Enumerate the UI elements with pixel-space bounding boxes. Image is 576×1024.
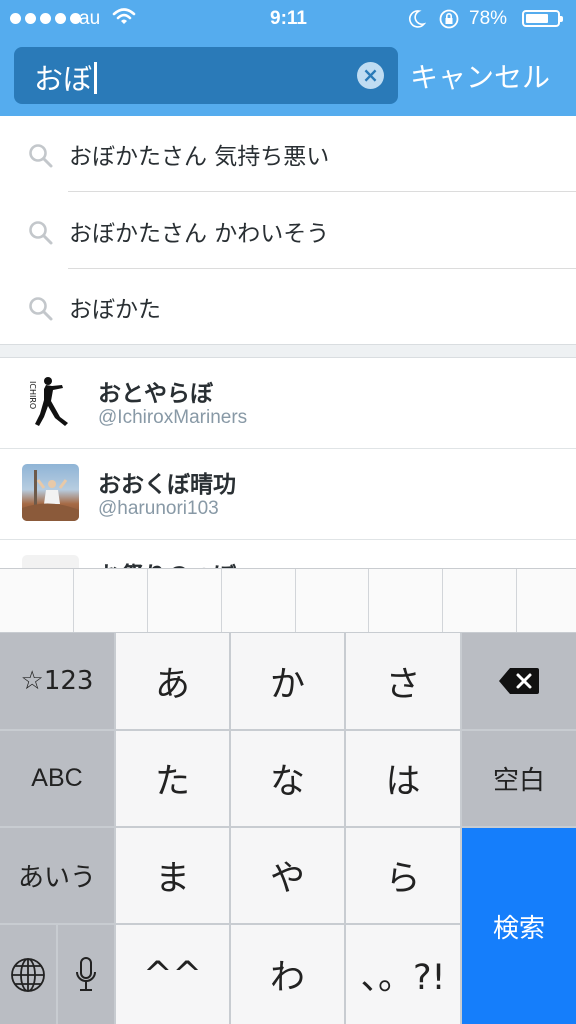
carrier-label: au [79,8,101,29]
status-bar: au 9:11 78% [0,0,576,38]
battery-icon [522,10,563,27]
user-name: おとやらぼ [98,381,213,407]
key-ka[interactable]: か [231,633,344,729]
search-input[interactable]: おぼ × [14,47,398,104]
svg-text:ICHIRO: ICHIRO [28,381,37,409]
wifi-icon [112,7,136,33]
avatar: ICHIRO [22,373,79,430]
candidate-slot[interactable] [296,569,369,633]
clock: 9:11 [270,8,307,29]
key-numbers-mode[interactable]: ☆123 [0,633,114,729]
key-na[interactable]: な [231,731,344,826]
suggestion-text: おぼかた [69,297,161,323]
user-handle: @IchiroxMariners [98,407,248,428]
key-abc-mode[interactable]: ABC [0,731,114,826]
section-divider [0,344,576,358]
search-icon [28,143,54,173]
signal-strength-icon [10,13,81,24]
key-ya[interactable]: や [231,828,344,923]
key-emoticon[interactable]: ^^ [116,925,229,1024]
globe-icon[interactable] [0,925,56,1024]
do-not-disturb-icon [408,9,427,35]
key-ta[interactable]: た [116,731,229,826]
user-handle: @harunori103 [98,498,219,519]
candidate-slot[interactable] [0,569,74,633]
key-punctuation[interactable]: 、。?! [346,925,460,1024]
suggestion-item[interactable]: おぼかたさん 気持ち悪い [0,116,576,192]
search-input-value: おぼ [34,56,98,98]
key-ra[interactable]: ら [346,828,460,923]
key-ma[interactable]: ま [116,828,229,923]
suggestion-item[interactable]: おぼかた [0,269,576,345]
space-key[interactable]: 空白 [462,731,576,826]
search-icon [28,296,54,326]
candidate-slot[interactable] [369,569,443,633]
user-result-row[interactable]: ICHIRO おとやらぼ @IchiroxMariners [0,358,576,449]
text-caret [94,62,98,94]
candidate-bar [0,568,576,633]
suggestion-text: おぼかたさん かわいそう [69,221,330,247]
key-wa[interactable]: わ [231,925,344,1024]
user-name: おおくぼ晴功 [98,472,236,498]
key-sa[interactable]: さ [346,633,460,729]
keyboard: ☆123 あ か さ ABC た な は 空白 あいう ま や ら 検索 ^^ … [0,632,576,1024]
key-ha[interactable]: は [346,731,460,826]
suggestion-text: おぼかたさん 気持ち悪い [69,144,330,170]
cancel-button[interactable]: キャンセル [410,56,550,96]
rotation-lock-icon [438,8,460,36]
divider [68,191,576,192]
candidate-slot[interactable] [443,569,517,633]
microphone-icon[interactable] [58,925,114,1024]
clear-icon[interactable]: × [357,62,384,89]
backspace-icon[interactable] [462,633,576,729]
candidate-slot[interactable] [517,569,576,633]
key-kana-mode[interactable]: あいう [0,828,114,923]
header: au 9:11 78% おぼ × キャンセル [0,0,576,116]
battery-percent: 78% [469,8,508,29]
key-a[interactable]: あ [116,633,229,729]
candidate-slot[interactable] [148,569,222,633]
search-key[interactable]: 検索 [462,828,576,1024]
candidate-slot[interactable] [222,569,296,633]
suggestion-item[interactable]: おぼかたさん かわいそう [0,193,576,269]
candidate-slot[interactable] [74,569,148,633]
user-result-row[interactable]: おおくぼ晴功 @harunori103 [0,449,576,540]
search-icon [28,220,54,250]
avatar [22,464,79,521]
